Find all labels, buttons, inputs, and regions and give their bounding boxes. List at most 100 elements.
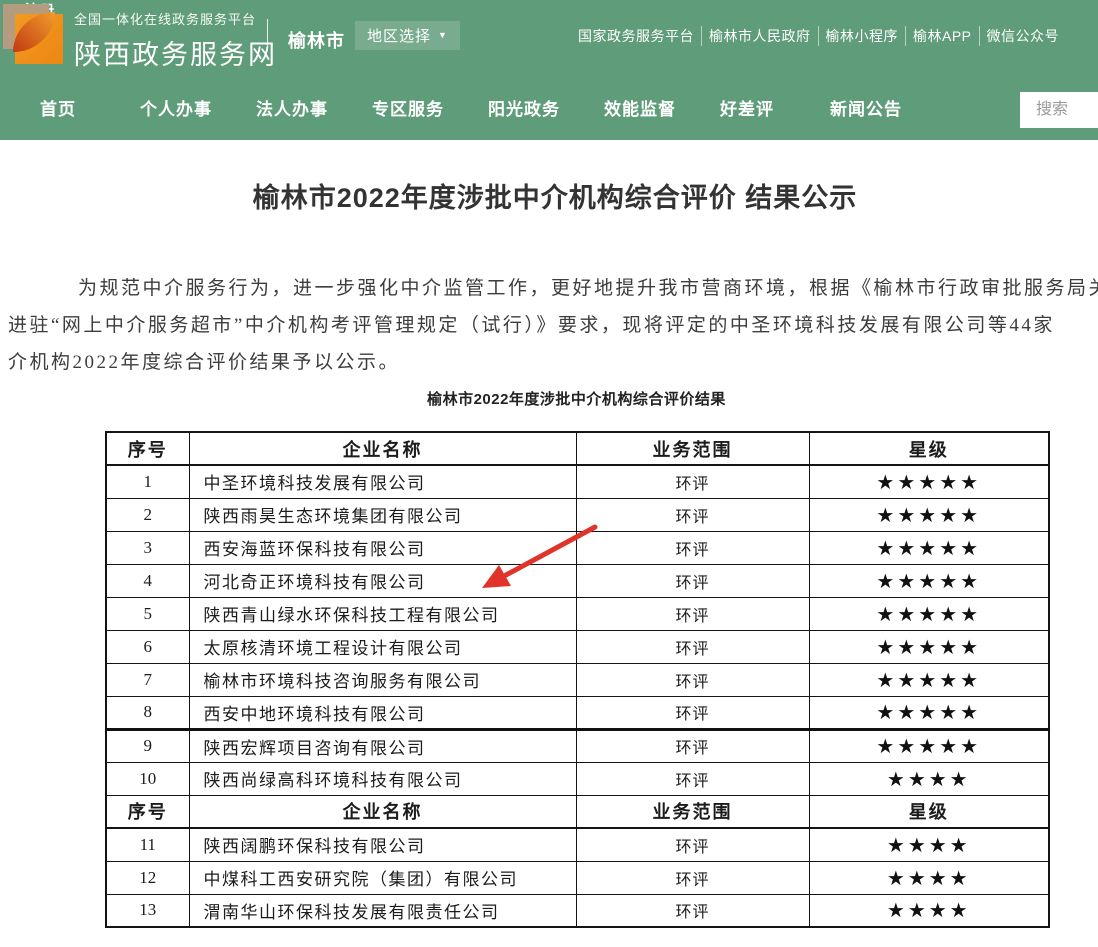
search-input[interactable] [1020, 92, 1098, 128]
company-name-cell: 陕西宏辉项目咨询有限公司 [189, 729, 576, 762]
column-header: 星级 [809, 432, 1049, 465]
nav-item-5[interactable]: 效能监督 [604, 95, 676, 120]
scope-cell: 环评 [576, 630, 809, 663]
column-header: 序号 [106, 795, 189, 828]
announcement-paragraph: 为规范中介服务行为，进一步强化中介监管工作，更好地提升我市营商环境，根据《榆林市… [8, 270, 1098, 381]
stars-cell: ★★★★★ [809, 465, 1049, 498]
table-row: 2陕西雨昊生态环境集团有限公司环评★★★★★ [106, 498, 1049, 531]
paragraph-line: 进驻“网上中介服务超市”中介机构考评管理规定（试行）》要求，现将评定的中圣环境科… [8, 307, 1098, 344]
table-row: 4河北奇正环境科技有限公司环评★★★★★ [106, 564, 1049, 597]
nav-item-2[interactable]: 法人办事 [256, 95, 328, 120]
scope-cell: 环评 [576, 861, 809, 894]
nav-item-3[interactable]: 专区服务 [372, 95, 444, 120]
table-row: 13渭南华山环保科技发展有限责任公司环评★★★★ [106, 894, 1049, 927]
column-header: 业务范围 [576, 432, 809, 465]
top-link-2[interactable]: 榆林小程序 [818, 26, 906, 46]
paragraph-line: 介机构2022年度综合评价结果予以公示。 [8, 344, 1098, 381]
site-header: 全国一体化在线政务服务平台 陕西政务服务网 榆林市 地区选择 ▼ 国家政务服务平… [0, 0, 1098, 140]
nav-item-0[interactable]: 首页 [40, 95, 76, 120]
column-header: 企业名称 [189, 795, 576, 828]
table-header-row: 序号企业名称业务范围星级 [106, 795, 1049, 828]
evaluation-table-body: 序号企业名称业务范围星级1中圣环境科技发展有限公司环评★★★★★2陕西雨昊生态环… [106, 432, 1049, 927]
scope-cell: 环评 [576, 531, 809, 564]
top-link-3[interactable]: 榆林APP [905, 26, 979, 46]
stars-cell: ★★★★ [809, 762, 1049, 795]
seq-cell: 2 [106, 498, 189, 531]
stars-cell: ★★★★ [809, 894, 1049, 927]
seq-cell: 1 [106, 465, 189, 498]
company-name-cell: 中煤科工西安研究院（集团）有限公司 [189, 861, 576, 894]
stars-cell: ★★★★ [809, 861, 1049, 894]
nav-item-1[interactable]: 个人办事 [140, 95, 212, 120]
stars-cell: ★★★★★ [809, 531, 1049, 564]
table-row: 7榆林市环境科技咨询服务有限公司环评★★★★★ [106, 663, 1049, 696]
seq-cell: 12 [106, 861, 189, 894]
column-header: 业务范围 [576, 795, 809, 828]
table-row: 11陕西阔鹏环保科技有限公司环评★★★★ [106, 828, 1049, 861]
stars-cell: ★★★★★ [809, 696, 1049, 729]
seq-cell: 6 [106, 630, 189, 663]
stars-cell: ★★★★★ [809, 630, 1049, 663]
company-name-cell: 西安海蓝环保科技有限公司 [189, 531, 576, 564]
nav-item-6[interactable]: 好差评 [720, 95, 774, 120]
brand-text: 全国一体化在线政务服务平台 陕西政务服务网 [74, 9, 277, 72]
company-name-cell: 西安中地环境科技有限公司 [189, 696, 576, 729]
stars-cell: ★★★★★ [809, 498, 1049, 531]
table-row: 8西安中地环境科技有限公司环评★★★★★ [106, 696, 1049, 729]
scope-cell: 环评 [576, 564, 809, 597]
seq-cell: 3 [106, 531, 189, 564]
nav-item-4[interactable]: 阳光政务 [488, 95, 560, 120]
scope-cell: 环评 [576, 465, 809, 498]
stars-cell: ★★★★★ [809, 729, 1049, 762]
divider [267, 19, 268, 51]
seq-cell: 11 [106, 828, 189, 861]
table-row: 6太原核清环境工程设计有限公司环评★★★★★ [106, 630, 1049, 663]
platform-name: 全国一体化在线政务服务平台 [74, 9, 277, 28]
scope-cell: 环评 [576, 894, 809, 927]
top-link-1[interactable]: 榆林市人民政府 [701, 26, 818, 46]
table-row: 9陕西宏辉项目咨询有限公司环评★★★★★ [106, 729, 1049, 762]
column-header: 企业名称 [189, 432, 576, 465]
stars-cell: ★★★★★ [809, 597, 1049, 630]
current-city-label: 榆林市 [288, 27, 345, 53]
seq-cell: 8 [106, 696, 189, 729]
scope-cell: 环评 [576, 663, 809, 696]
main-nav: 首页 个人办事 法人办事 专区服务 阳光政务 效能监督 好差评 新闻公告 [0, 75, 1098, 140]
company-name-cell: 陕西阔鹏环保科技有限公司 [189, 828, 576, 861]
table-row: 1中圣环境科技发展有限公司环评★★★★★ [106, 465, 1049, 498]
region-select-button[interactable]: 地区选择 ▼ [355, 21, 460, 50]
table-row: 3西安海蓝环保科技有限公司环评★★★★★ [106, 531, 1049, 564]
company-name-cell: 太原核清环境工程设计有限公司 [189, 630, 576, 663]
table-header-row: 序号企业名称业务范围星级 [106, 432, 1049, 465]
seq-cell: 13 [106, 894, 189, 927]
scope-cell: 环评 [576, 498, 809, 531]
column-header: 序号 [106, 432, 189, 465]
nav-item-7[interactable]: 新闻公告 [830, 95, 902, 120]
table-row: 12中煤科工西安研究院（集团）有限公司环评★★★★ [106, 861, 1049, 894]
stars-cell: ★★★★★ [809, 564, 1049, 597]
table-caption: 榆林市2022年度涉批中介机构综合评价结果 [105, 388, 1048, 409]
seq-cell: 10 [106, 762, 189, 795]
search-box [1020, 92, 1098, 128]
seq-cell: 4 [106, 564, 189, 597]
region-select-label: 地区选择 [367, 25, 431, 46]
column-header: 星级 [809, 795, 1049, 828]
company-name-cell: 榆林市环境科技咨询服务有限公司 [189, 663, 576, 696]
seq-cell: 7 [106, 663, 189, 696]
evaluation-table: 序号企业名称业务范围星级1中圣环境科技发展有限公司环评★★★★★2陕西雨昊生态环… [105, 431, 1050, 928]
top-link-0[interactable]: 国家政务服务平台 [578, 26, 701, 46]
table-row: 10陕西尚绿高科环境科技有限公司环评★★★★ [106, 762, 1049, 795]
company-name-cell: 陕西青山绿水环保科技工程有限公司 [189, 597, 576, 630]
page-title: 榆林市2022年度涉批中介机构综合评价 结果公示 [0, 176, 1098, 215]
seq-cell: 9 [106, 729, 189, 762]
scope-cell: 环评 [576, 828, 809, 861]
scope-cell: 环评 [576, 762, 809, 795]
site-name: 陕西政务服务网 [74, 33, 277, 72]
paragraph-line: 为规范中介服务行为，进一步强化中介监管工作，更好地提升我市营商环境，根据《榆林市… [8, 270, 1098, 307]
stars-cell: ★★★★ [809, 828, 1049, 861]
company-name-cell: 陕西雨昊生态环境集团有限公司 [189, 498, 576, 531]
top-link-4[interactable]: 微信公众号 [979, 26, 1067, 46]
scope-cell: 环评 [576, 729, 809, 762]
company-name-cell: 中圣环境科技发展有限公司 [189, 465, 576, 498]
table-row: 5陕西青山绿水环保科技工程有限公司环评★★★★★ [106, 597, 1049, 630]
